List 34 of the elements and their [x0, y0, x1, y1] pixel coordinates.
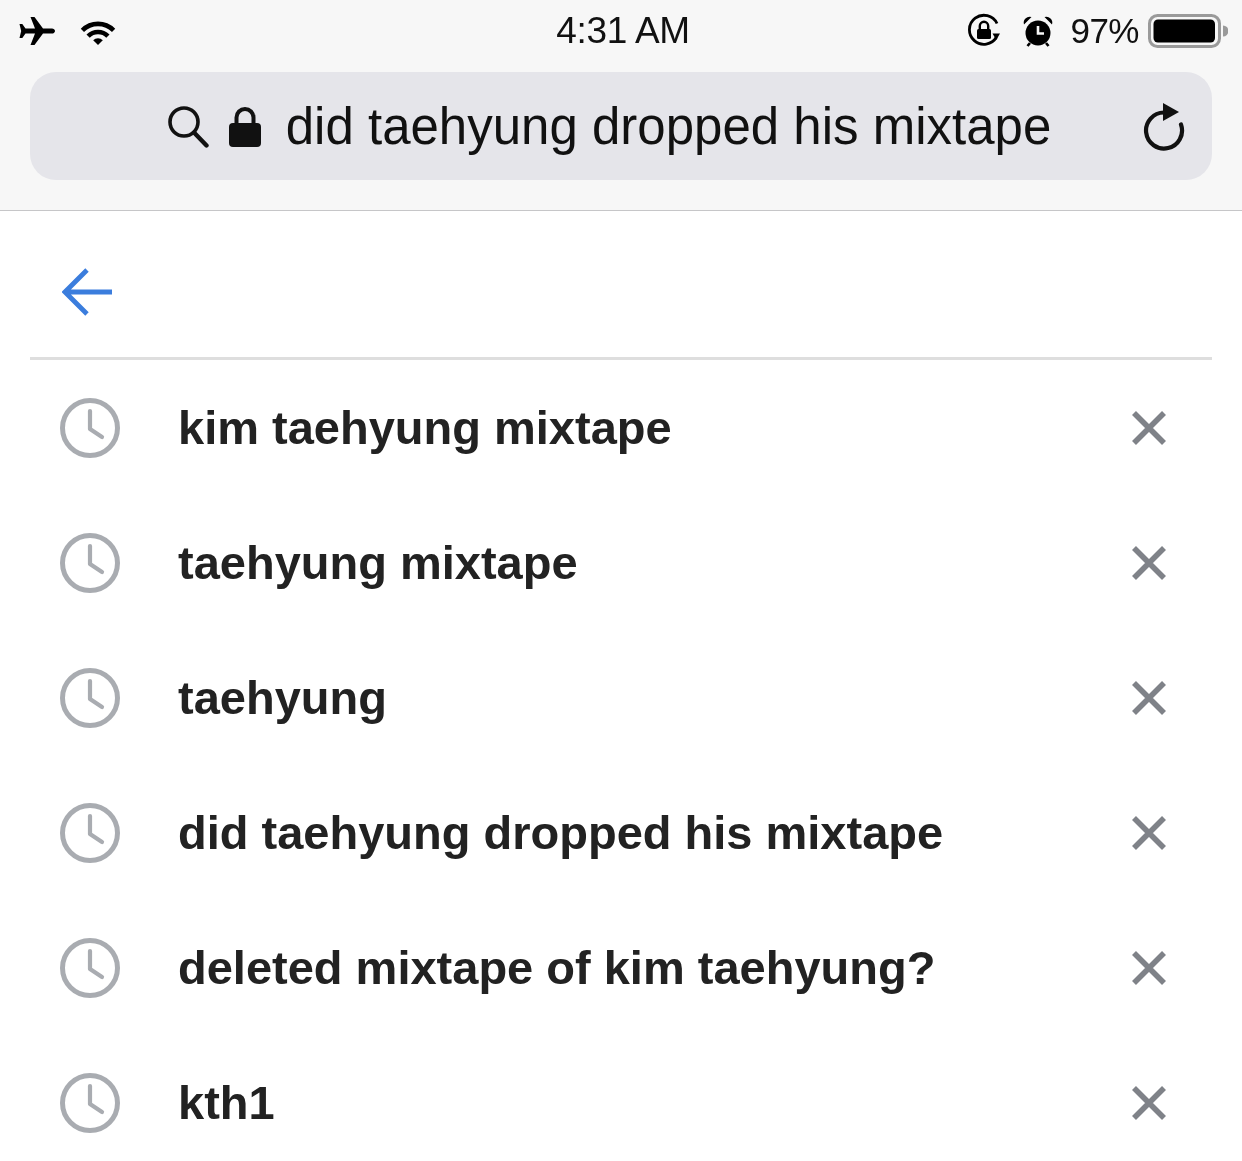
alarm-clock-icon: [1022, 15, 1055, 47]
back-arrow-icon: [62, 268, 112, 316]
close-icon: [1132, 815, 1166, 850]
history-entry[interactable]: did taehyung dropped his mixtape: [178, 805, 1132, 860]
close-icon: [1132, 1085, 1166, 1120]
close-icon: [1132, 680, 1166, 715]
clock-icon: [60, 1072, 120, 1133]
close-icon: [1132, 410, 1166, 445]
close-icon: [1132, 950, 1166, 985]
clock-icon: [60, 667, 120, 728]
remove-button[interactable]: [1132, 1085, 1166, 1120]
search-icon: [166, 104, 209, 148]
status-time: 4:31 AM: [556, 10, 690, 52]
remove-button[interactable]: [1132, 680, 1166, 715]
remove-button[interactable]: [1132, 410, 1166, 445]
remove-button[interactable]: [1132, 545, 1166, 580]
history-entry[interactable]: kim taehyung mixtape: [178, 400, 1132, 455]
back-button[interactable]: [62, 268, 112, 316]
history-entry[interactable]: taehyung mixtape: [178, 535, 1132, 590]
clock-icon: [60, 532, 120, 593]
battery-icon: [1148, 14, 1228, 48]
history-entry[interactable]: kth1: [178, 1075, 1132, 1130]
clock-icon: [60, 937, 120, 998]
battery-percent: 97%: [1070, 11, 1139, 51]
address-field[interactable]: did taehyung dropped his mixtape: [30, 72, 1212, 180]
clock-icon: [60, 802, 120, 863]
history-entry[interactable]: taehyung: [178, 670, 1132, 725]
close-icon: [1132, 545, 1166, 580]
lock-icon: [228, 105, 261, 147]
remove-button[interactable]: [1132, 815, 1166, 850]
clock-icon: [60, 397, 120, 458]
airplane-icon: [18, 17, 56, 45]
history-entry[interactable]: deleted mixtape of kim taehyung?: [178, 940, 1132, 995]
remove-button[interactable]: [1132, 950, 1166, 985]
